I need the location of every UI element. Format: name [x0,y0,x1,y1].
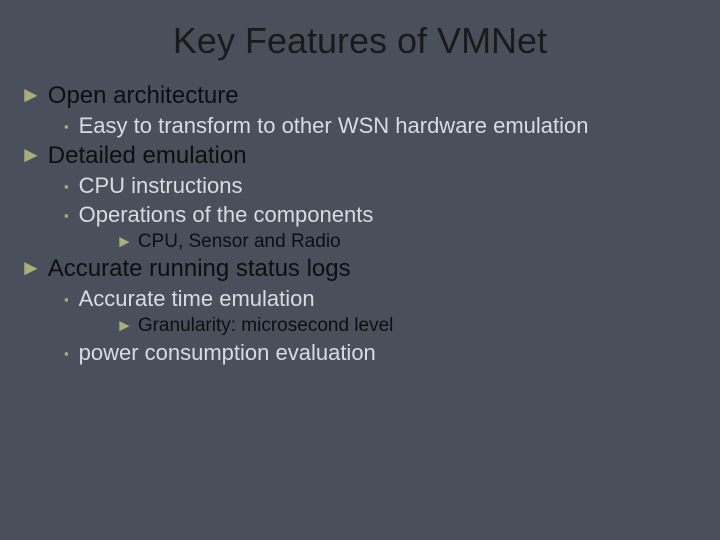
subbullet-text: Easy to transform to other WSN hardware … [79,113,589,139]
arrow-icon: ► [20,144,42,166]
subsubbullet-cpu-sensor-radio: ► CPU, Sensor and Radio [116,231,710,253]
square-icon: ▪ [64,293,69,306]
bullet-text: Open architecture [48,82,239,110]
subbullet-cpu-instructions: ▪ CPU instructions [64,173,710,199]
bullet-accurate-logs: ► Accurate running status logs [20,255,710,283]
square-icon: ▪ [64,120,69,133]
slide: Key Features of VMNet ► Open architectur… [0,0,720,540]
bullet-detailed-emulation: ► Detailed emulation [20,142,710,170]
bullet-text: Detailed emulation [48,142,247,170]
arrow-icon: ► [20,257,42,279]
arrow-icon: ► [20,84,42,106]
bullet-open-architecture: ► Open architecture [20,82,710,110]
square-icon: ▪ [64,209,69,222]
subsubbullet-text: Granularity: microsecond level [138,315,394,337]
subbullet-text: CPU instructions [79,173,243,199]
bullet-text: Accurate running status logs [48,255,351,283]
slide-content: ► Open architecture ▪ Easy to transform … [0,82,720,366]
subsubbullet-text: CPU, Sensor and Radio [138,231,341,253]
subsubbullet-granularity: ► Granularity: microsecond level [116,315,710,337]
square-icon: ▪ [64,180,69,193]
subbullet-operations-components: ▪ Operations of the components [64,202,710,228]
subbullet-text: power consumption evaluation [79,340,376,366]
arrow-icon: ► [116,317,133,334]
subbullet-text: Accurate time emulation [79,286,315,312]
arrow-icon: ► [116,233,133,250]
slide-title: Key Features of VMNet [0,0,720,80]
subbullet-power-consumption: ▪ power consumption evaluation [64,340,710,366]
subbullet-easy-transform: ▪ Easy to transform to other WSN hardwar… [64,113,710,139]
subbullet-accurate-time: ▪ Accurate time emulation [64,286,710,312]
subbullet-text: Operations of the components [79,202,374,228]
square-icon: ▪ [64,347,69,360]
